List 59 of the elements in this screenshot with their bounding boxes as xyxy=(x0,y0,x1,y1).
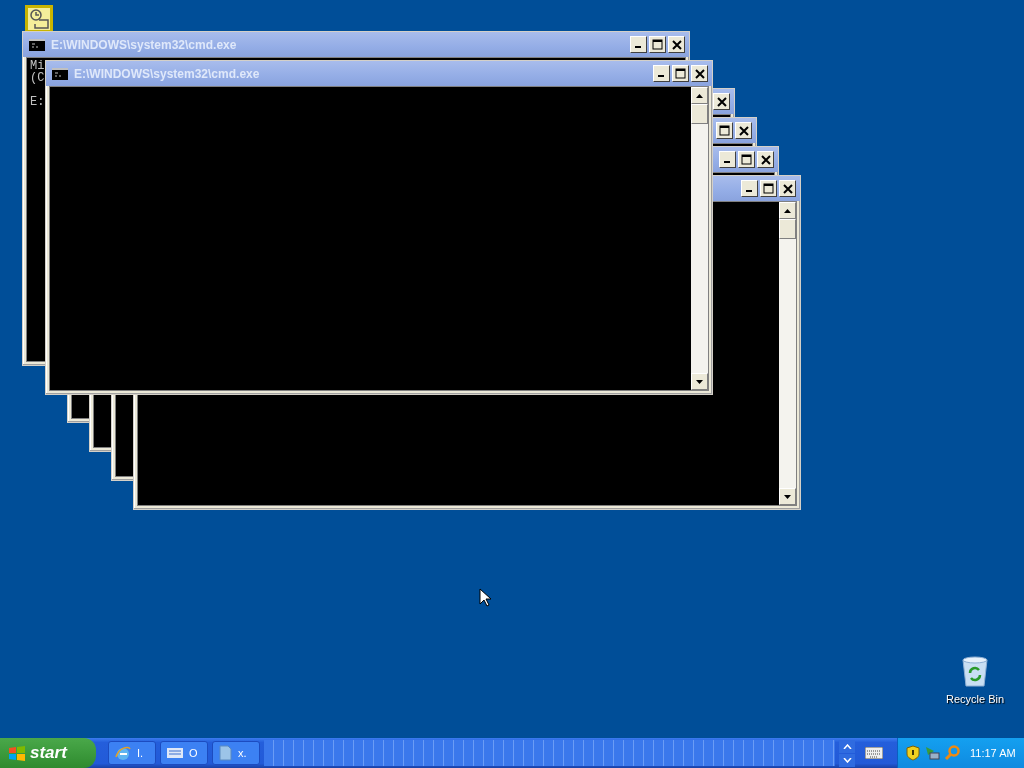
maximize-button[interactable] xyxy=(649,36,666,53)
close-button[interactable] xyxy=(691,65,708,82)
taskbar-button[interactable]: O xyxy=(160,741,208,765)
maximize-icon xyxy=(741,154,752,165)
close-button[interactable] xyxy=(735,122,752,139)
taskbar-button[interactable]: I. xyxy=(108,741,156,765)
close-button[interactable] xyxy=(779,180,796,197)
scroll-thumb[interactable] xyxy=(691,104,708,124)
start-button[interactable]: start xyxy=(0,738,96,768)
close-icon xyxy=(671,39,682,50)
scrollbar[interactable] xyxy=(691,87,708,390)
icon-label[interactable]: Recycle Bin xyxy=(945,693,1005,706)
maximize-button[interactable] xyxy=(738,151,755,168)
window-title: E:\WINDOWS\system32\cmd.exe xyxy=(74,66,260,81)
shield-icon[interactable] xyxy=(906,745,920,761)
clock: 11:17 AM xyxy=(970,747,1016,759)
minimize-button[interactable] xyxy=(741,180,758,197)
scrollbar[interactable] xyxy=(779,202,796,505)
maximize-button[interactable] xyxy=(716,122,733,139)
scroll-up-button[interactable] xyxy=(691,87,708,104)
close-button[interactable] xyxy=(668,36,685,53)
globe-e-icon xyxy=(115,745,131,761)
maximize-button[interactable] xyxy=(672,65,689,82)
close-icon xyxy=(760,154,771,165)
up-arrow-icon xyxy=(696,93,703,98)
console-icon xyxy=(29,38,45,51)
maximize-icon xyxy=(719,125,730,136)
close-button[interactable] xyxy=(713,93,730,110)
console-text: (C xyxy=(30,72,45,84)
document-icon xyxy=(219,745,232,761)
down-arrow-icon xyxy=(696,379,703,384)
close-icon xyxy=(694,68,705,79)
maximize-icon xyxy=(675,68,686,79)
windows-flag-icon xyxy=(8,744,26,762)
scroll-down-button[interactable] xyxy=(779,488,796,505)
scroll-up-button[interactable] xyxy=(779,202,796,219)
console-icon xyxy=(52,67,68,80)
close-button[interactable] xyxy=(757,151,774,168)
keyboard-icon xyxy=(167,748,183,758)
scroll-down-button[interactable] xyxy=(691,373,708,390)
maximize-icon xyxy=(652,39,663,50)
close-icon xyxy=(782,183,793,194)
recycle-bin-icon[interactable] xyxy=(960,656,990,688)
clock-document-icon[interactable] xyxy=(25,5,53,33)
close-icon xyxy=(738,125,749,136)
minimize-button[interactable] xyxy=(653,65,670,82)
down-arrow-icon xyxy=(784,494,791,499)
minimize-button[interactable] xyxy=(719,151,736,168)
console-text: E: xyxy=(30,96,45,108)
console-text: Mi xyxy=(30,60,45,72)
up-arrow-icon xyxy=(784,208,791,213)
mouse-pointer-icon xyxy=(479,588,491,607)
maximize-button[interactable] xyxy=(760,180,777,197)
close-icon xyxy=(716,96,727,107)
maximize-icon xyxy=(763,183,774,194)
minimize-button[interactable] xyxy=(630,36,647,53)
window-title: E:\WINDOWS\system32\cmd.exe xyxy=(51,37,237,52)
taskbar-button[interactable]: x. xyxy=(212,741,260,765)
scroll-thumb[interactable] xyxy=(779,219,796,239)
